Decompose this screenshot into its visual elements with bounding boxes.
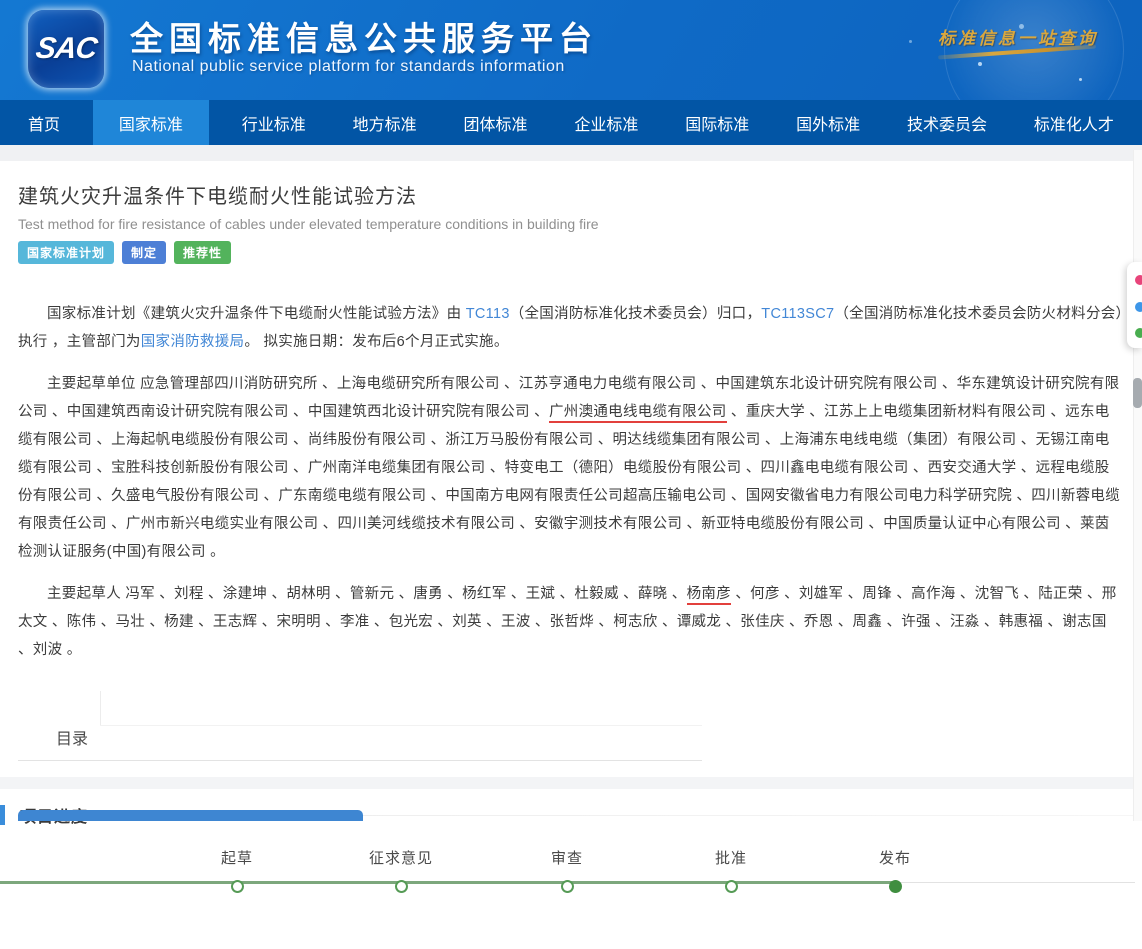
nav-item-home[interactable]: 首页 bbox=[14, 100, 74, 145]
badge-national-standard-plan: 国家标准计划 bbox=[18, 241, 114, 264]
nav-item-industry-standards[interactable]: 行业标准 bbox=[228, 100, 320, 145]
stage-dot-icon bbox=[394, 880, 407, 893]
stage-label: 批准 bbox=[715, 847, 747, 868]
paragraph-drafting-units: 主要起草单位 应急管理部四川消防研究所 、上海电缆研究所有限公司 、江苏亨通电力… bbox=[18, 370, 1124, 566]
share-icon-pink[interactable] bbox=[1135, 275, 1142, 285]
main-nav: 首页 国家标准 行业标准 地方标准 团体标准 企业标准 国际标准 国外标准 技术… bbox=[0, 100, 1142, 145]
main-content: 建筑火灾升温条件下电缆耐火性能试验方法 Test method for fire… bbox=[0, 180, 1142, 664]
stage-dot-icon bbox=[560, 880, 573, 893]
stage-publication: 发布 bbox=[879, 847, 911, 893]
text-segment: 。 拟实施日期：发布后6个月正式实施。 bbox=[244, 334, 508, 350]
red-underlined-text: 杨南彦 bbox=[687, 586, 731, 605]
badge-recommended: 推荐性 bbox=[174, 241, 231, 264]
progress-timeline: 起草 征求意见 审查 批准 发布 bbox=[0, 839, 1142, 949]
bottom-action-button[interactable] bbox=[18, 810, 363, 821]
stage-dot-icon bbox=[230, 880, 243, 893]
site-header: SAC 全国标准信息公共服务平台 National public service… bbox=[0, 0, 1142, 100]
nav-item-international-standards[interactable]: 国际标准 bbox=[671, 100, 763, 145]
nav-item-national-standards[interactable]: 国家标准 bbox=[93, 100, 209, 145]
stage-label: 发布 bbox=[879, 847, 911, 868]
inline-link[interactable]: TC113SC7 bbox=[761, 306, 834, 322]
section-separator bbox=[0, 777, 1142, 789]
spark-decoration bbox=[978, 62, 982, 66]
toc-top-border bbox=[100, 725, 702, 726]
nav-item-group-standards[interactable]: 团体标准 bbox=[450, 100, 542, 145]
nav-item-foreign-standards[interactable]: 国外标准 bbox=[782, 100, 874, 145]
stage-soliciting-opinions: 征求意见 bbox=[369, 847, 433, 893]
text-segment: 、重庆大学 、江苏上上电缆集团新材料有限公司 、远东电缆有限公司 、上海起帆电缆… bbox=[18, 404, 1120, 560]
paragraph-drafters: 主要起草人 冯军 、刘程 、涂建坤 、胡林明 、管新元 、唐勇 、杨红军 、王斌… bbox=[18, 580, 1124, 664]
text-segment: 主要起草人 冯军 、刘程 、涂建坤 、胡林明 、管新元 、唐勇 、杨红军 、王斌… bbox=[47, 586, 687, 602]
article-body: 国家标准计划《建筑火灾升温条件下电缆耐火性能试验方法》由 TC113（全国消防标… bbox=[18, 300, 1124, 664]
inline-link[interactable]: TC113 bbox=[466, 306, 510, 322]
stage-label: 征求意见 bbox=[369, 847, 433, 868]
stage-label: 起草 bbox=[221, 847, 253, 868]
share-float-panel bbox=[1127, 262, 1142, 348]
timeline-line-remaining bbox=[895, 882, 1135, 883]
inline-link[interactable]: 国家消防救援局 bbox=[141, 334, 245, 350]
timeline-line-completed bbox=[0, 881, 895, 884]
nav-item-technical-committees[interactable]: 技术委员会 bbox=[893, 100, 1001, 145]
spark-decoration bbox=[1079, 78, 1082, 81]
stage-review: 审查 bbox=[551, 847, 583, 893]
stage-approval: 批准 bbox=[715, 847, 747, 893]
section-accent-bar bbox=[0, 805, 5, 825]
stage-drafting: 起草 bbox=[221, 847, 253, 893]
red-underlined-text: 广州澳通电线电缆有限公司 bbox=[549, 404, 727, 423]
nav-item-enterprise-standards[interactable]: 企业标准 bbox=[560, 100, 652, 145]
text-segment: （全国消防标准化技术委员会）归口， bbox=[510, 306, 762, 322]
toc-section: 目录 bbox=[18, 691, 702, 761]
badge-formulate: 制定 bbox=[122, 241, 166, 264]
site-subtitle-en: National public service platform for sta… bbox=[132, 58, 565, 76]
tab-toc[interactable]: 目录 bbox=[56, 725, 88, 749]
toc-tab-border bbox=[100, 691, 101, 725]
standard-title-en: Test method for fire resistance of cable… bbox=[18, 216, 1124, 232]
sac-logo-text: SAC bbox=[33, 32, 98, 66]
share-icon-blue[interactable] bbox=[1135, 302, 1142, 312]
spark-decoration bbox=[909, 40, 912, 43]
stage-dot-icon bbox=[888, 880, 901, 893]
share-icon-green[interactable] bbox=[1135, 328, 1142, 338]
text-segment: 国家标准计划《建筑火灾升温条件下电缆耐火性能试验方法》由 bbox=[47, 306, 466, 322]
site-title: 全国标准信息公共服务平台 bbox=[130, 12, 598, 60]
sac-logo[interactable]: SAC bbox=[28, 10, 104, 88]
scrollbar-thumb[interactable] bbox=[1133, 378, 1142, 408]
stage-label: 审查 bbox=[551, 847, 583, 868]
paragraph-overview: 国家标准计划《建筑火灾升温条件下电缆耐火性能试验方法》由 TC113（全国消防标… bbox=[18, 300, 1124, 356]
scrollbar-track[interactable] bbox=[1133, 150, 1142, 821]
nav-item-local-standards[interactable]: 地方标准 bbox=[339, 100, 431, 145]
badge-row: 国家标准计划 制定 推荐性 bbox=[18, 241, 1124, 264]
stage-dot-icon bbox=[724, 880, 737, 893]
standard-title-cn: 建筑火灾升温条件下电缆耐火性能试验方法 bbox=[18, 180, 1124, 209]
nav-bottom-strip bbox=[0, 145, 1142, 161]
nav-item-standardization-talent[interactable]: 标准化人才 bbox=[1020, 100, 1128, 145]
